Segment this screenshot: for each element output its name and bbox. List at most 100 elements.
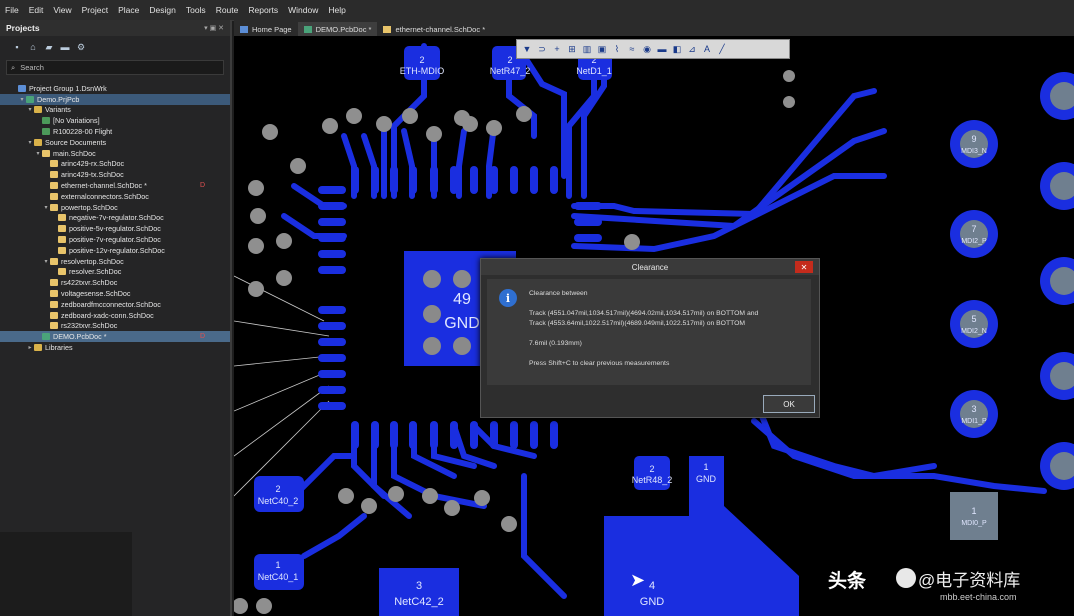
tree-item[interactable]: rs232txvr.SchDoc: [0, 321, 230, 332]
menu-item-edit[interactable]: Edit: [24, 5, 49, 15]
tree-item[interactable]: ▸ Libraries: [0, 342, 230, 353]
projects-toolbar: ▪ ⌂ ▰ ▬ ⚙: [0, 36, 230, 58]
filter-icon[interactable]: ▼: [521, 43, 533, 55]
connector-pad-net: MDI2_P: [961, 238, 987, 245]
tree-item[interactable]: positive-5v-regulator.SchDoc: [0, 223, 230, 234]
connector-pad-num: 1: [971, 506, 976, 516]
tree-item[interactable]: DEMO.PcbDoc * D: [0, 331, 230, 343]
ic-pads-right: [574, 202, 602, 242]
tree-item[interactable]: positive-12v-regulator.SchDoc: [0, 245, 230, 256]
ic-pads-left: [318, 186, 346, 410]
expand-arrow-icon[interactable]: ▾: [26, 139, 34, 146]
expand-arrow-icon[interactable]: ▸: [26, 344, 34, 351]
sch-file-icon: [50, 311, 58, 319]
open-folder-icon[interactable]: ▰: [44, 42, 54, 52]
tree-item-label: main.SchDoc: [53, 148, 96, 158]
sch-file-icon: [50, 300, 58, 308]
tree-item[interactable]: ▾ resolvertop.SchDoc: [0, 256, 230, 267]
menu-item-route[interactable]: Route: [211, 5, 244, 15]
ratsnest-lines: [234, 275, 330, 497]
select-rect-icon[interactable]: ⊞: [566, 43, 578, 55]
expand-arrow-icon[interactable]: ▾: [42, 204, 50, 211]
dimension-icon[interactable]: ⊿: [686, 43, 698, 55]
menu-item-view[interactable]: View: [48, 5, 76, 15]
tree-item[interactable]: externalconnectors.SchDoc: [0, 191, 230, 202]
sch-file-icon: [50, 279, 58, 287]
polygon-icon[interactable]: ◧: [671, 43, 683, 55]
expand-arrow-icon[interactable]: ▾: [18, 96, 26, 103]
tree-item[interactable]: positive-7v-regulator.SchDoc: [0, 234, 230, 245]
line-icon[interactable]: ╱: [716, 43, 728, 55]
menu-bar: File Edit View Project Place Design Tools Route…: [0, 0, 1074, 21]
panel-pin-controls[interactable]: ▾ ▣ ✕: [204, 24, 224, 32]
settings-icon[interactable]: ⚙: [76, 42, 86, 52]
tree-item-label: Libraries: [45, 343, 73, 353]
pad-netc42: [379, 568, 459, 616]
tab-0[interactable]: Home Page: [234, 22, 298, 36]
tab-2[interactable]: ethernet-channel.SchDoc *: [377, 22, 491, 36]
menu-item-tools[interactable]: Tools: [181, 5, 211, 15]
cross-select-icon[interactable]: +: [551, 43, 563, 55]
menu-item-reports[interactable]: Reports: [243, 5, 283, 15]
tree-item[interactable]: ethernet-channel.SchDoc * D: [0, 180, 230, 191]
menu-item-help[interactable]: Help: [323, 5, 350, 15]
folder-icon[interactable]: ▬: [60, 42, 70, 52]
gnd4-num: 4: [649, 580, 655, 592]
modified-icon: D: [200, 333, 206, 341]
project-tree: Project Group 1.DsnWrk ▾ Demo.PrjPcb ▾ Varia…: [0, 83, 230, 353]
home-icon[interactable]: ⌂: [28, 42, 38, 52]
tab-1[interactable]: DEMO.PcbDoc *: [297, 22, 378, 36]
tree-item[interactable]: ▾ Demo.PrjPcb: [0, 93, 230, 105]
ok-button[interactable]: OK: [763, 395, 815, 413]
tree-item[interactable]: negative-7v-regulator.SchDoc: [0, 213, 230, 224]
component-icon[interactable]: ▣: [596, 43, 608, 55]
expand-arrow-icon[interactable]: ▾: [42, 258, 50, 265]
expand-arrow-icon[interactable]: ▾: [34, 150, 42, 157]
track-1-text: Track (4551.047mil,1034.517mil)(4694.02m…: [529, 310, 759, 317]
tree-item[interactable]: zedboard-xadc-conn.SchDoc: [0, 310, 230, 321]
menu-item-place[interactable]: Place: [113, 5, 144, 15]
folder-file-icon: [34, 106, 42, 114]
pcb-placement-toolbar: ▼ ⊃ + ⊞ ▥ ▣ ⌇ ≈ ◉ ▬ ◧ ⊿ A ╱: [516, 39, 790, 59]
tree-item[interactable]: R100228-00 Flight: [0, 126, 230, 137]
connector-labels: 9 MDI3_N 7 MDI2_P 5 MDI2_N 3 MDI1_P 1 MDI0_P: [961, 134, 987, 527]
menu-item-project[interactable]: Project: [77, 5, 113, 15]
tree-item[interactable]: ▾ Variants: [0, 105, 230, 116]
tree-item[interactable]: arinc429-tx.SchDoc: [0, 169, 230, 180]
search-input[interactable]: ⌕ Search: [6, 60, 224, 75]
save-icon[interactable]: ▪: [12, 42, 22, 52]
tree-item[interactable]: ▾ Source Documents: [0, 137, 230, 148]
menu-item-window[interactable]: Window: [283, 5, 323, 15]
netc40-1-num: 1: [275, 560, 280, 570]
gnd1-net: GND: [696, 474, 717, 484]
via-icon[interactable]: ◉: [641, 43, 653, 55]
interactive-route-icon[interactable]: ⌇: [611, 43, 623, 55]
close-icon[interactable]: ✕: [795, 261, 813, 273]
expand-arrow-icon[interactable]: ▾: [26, 106, 34, 113]
tree-item[interactable]: voltagesense.SchDoc: [0, 288, 230, 299]
tree-item[interactable]: arinc429-rx.SchDoc: [0, 159, 230, 170]
eth-mdio-num: 2: [419, 55, 424, 65]
tree-item[interactable]: ▾ powertop.SchDoc: [0, 202, 230, 213]
route-icon[interactable]: ⊃: [536, 43, 548, 55]
menu-item-file[interactable]: File: [0, 5, 24, 15]
tree-item[interactable]: [No Variations]: [0, 115, 230, 126]
align-icon[interactable]: ▥: [581, 43, 593, 55]
tree-item-label: positive-5v-regulator.SchDoc: [69, 224, 161, 234]
dialog-title: Clearance: [631, 262, 669, 272]
text-icon[interactable]: A: [701, 43, 713, 55]
tree-item-label: positive-12v-regulator.SchDoc: [69, 245, 165, 255]
tree-item[interactable]: ▾ main.SchDoc: [0, 148, 230, 159]
prj-file-icon: [18, 84, 26, 92]
search-placeholder: Search: [20, 63, 44, 72]
tree-item[interactable]: resolver.SchDoc: [0, 267, 230, 278]
pcb-file-icon: [42, 333, 50, 341]
diff-pair-icon[interactable]: ≈: [626, 43, 638, 55]
tree-item[interactable]: zedboardfmcconnector.SchDoc: [0, 299, 230, 310]
sch-file-icon: [58, 225, 66, 233]
tree-item[interactable]: Project Group 1.DsnWrk: [0, 83, 230, 94]
fill-icon[interactable]: ▬: [656, 43, 668, 55]
menu-item-design[interactable]: Design: [144, 5, 180, 15]
tree-item-label: Demo.PrjPcb: [37, 94, 80, 104]
tree-item[interactable]: rs422txvr.SchDoc: [0, 277, 230, 288]
